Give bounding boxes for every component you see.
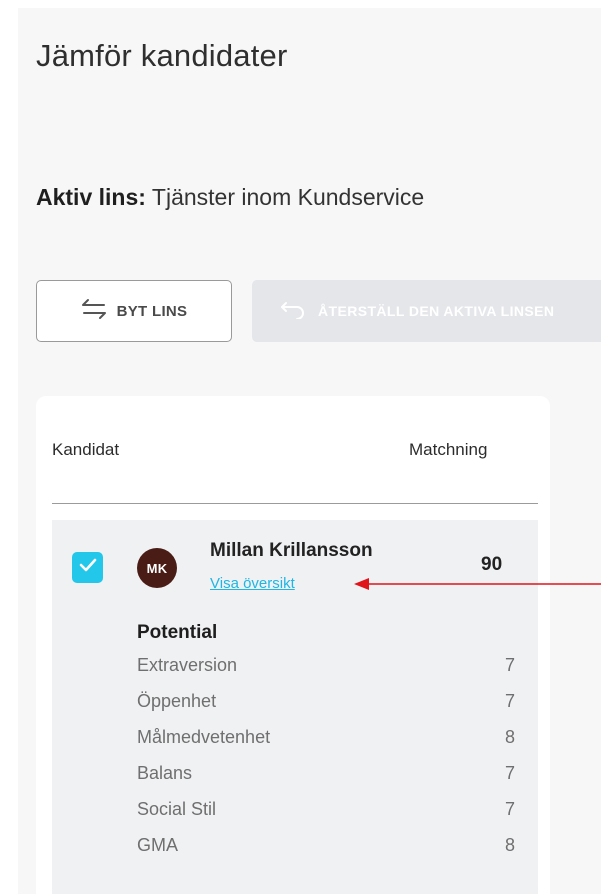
trait-row: Social Stil 7	[137, 799, 515, 823]
checkmark-icon	[79, 558, 97, 577]
active-lens-label: Aktiv lins:	[36, 184, 146, 210]
page-title: Jämför kandidater	[36, 38, 288, 73]
active-lens: Aktiv lins: Tjänster inom Kundservice	[36, 184, 424, 211]
trait-row: Extraversion 7	[137, 655, 515, 679]
switch-lens-button[interactable]: BYT LINS	[36, 280, 232, 342]
trait-name: Målmedvetenhet	[137, 727, 271, 747]
header-divider	[52, 503, 538, 504]
trait-value: 7	[504, 763, 515, 783]
trait-value: 8	[504, 727, 515, 747]
candidate-select-checkbox[interactable]	[72, 552, 103, 583]
trait-row: Målmedvetenhet 8	[137, 727, 515, 751]
trait-name: Extraversion	[137, 655, 238, 675]
trait-name: Öppenhet	[137, 691, 217, 711]
switch-lens-label: BYT LINS	[116, 302, 188, 320]
trait-name: Balans	[137, 763, 193, 783]
trait-value: 7	[504, 799, 515, 819]
view-overview-link[interactable]: Visa översikt	[210, 575, 295, 592]
match-score: 90	[481, 554, 503, 575]
trait-row: GMA 8	[137, 835, 515, 859]
trait-name: Social Stil	[137, 799, 217, 819]
traits-heading: Potential	[137, 622, 218, 643]
candidate-name: Millan Krillansson	[210, 540, 373, 561]
trait-row: Balans 7	[137, 763, 515, 787]
trait-value: 7	[504, 655, 515, 675]
column-header-candidate: Kandidat	[52, 440, 120, 459]
active-lens-value: Tjänster inom Kundservice	[151, 184, 425, 210]
trait-row: Öppenhet 7	[137, 691, 515, 715]
column-header-match[interactable]: Matchning	[409, 440, 487, 460]
swap-arrows-icon	[81, 298, 107, 325]
trait-value: 8	[504, 835, 515, 855]
undo-arrow-icon	[280, 299, 306, 324]
reset-active-lens-label: ÅTERSTÄLL DEN AKTIVA LINSEN	[318, 303, 555, 319]
avatar: MK	[137, 548, 177, 588]
reset-active-lens-button[interactable]: ÅTERSTÄLL DEN AKTIVA LINSEN	[252, 280, 601, 342]
trait-name: GMA	[137, 835, 179, 855]
annotation-arrow-icon	[354, 578, 601, 590]
trait-value: 7	[504, 691, 515, 711]
